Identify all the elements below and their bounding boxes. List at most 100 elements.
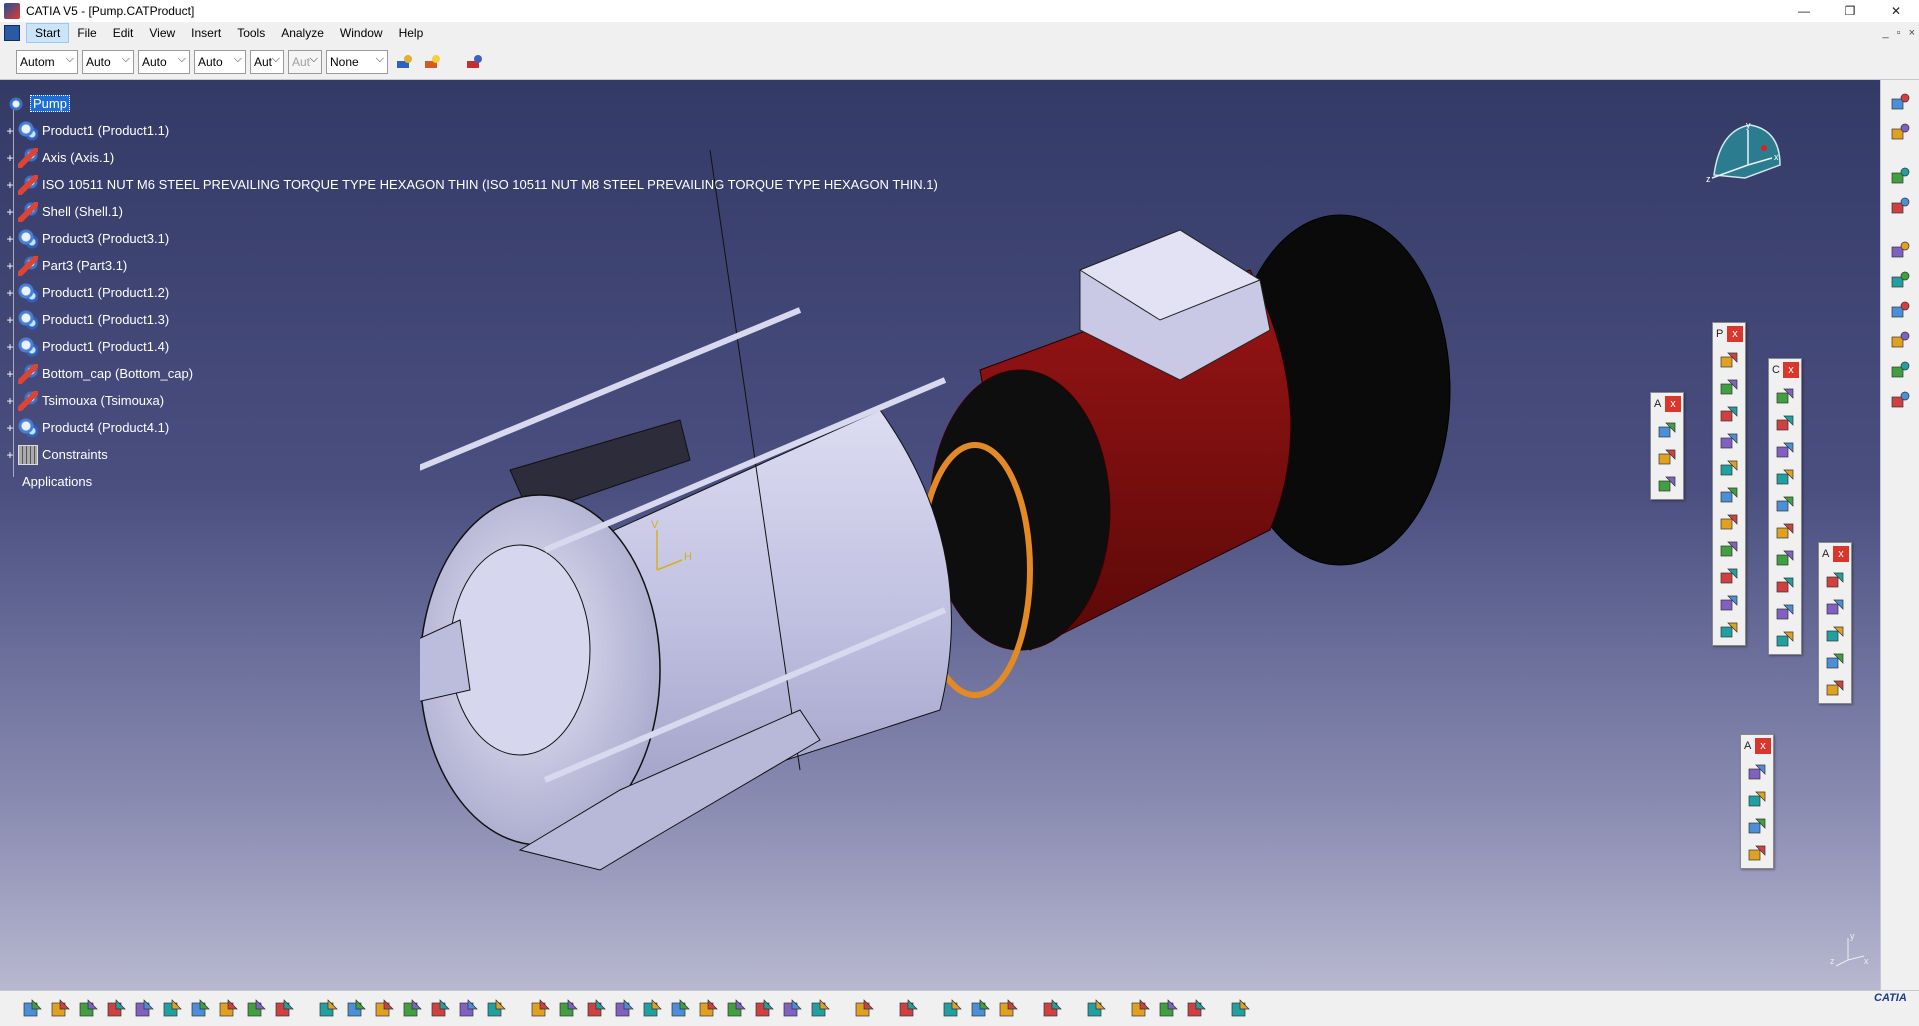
copy-icon[interactable]: [160, 997, 184, 1021]
tool-icon[interactable]: [1774, 439, 1796, 461]
expand-icon[interactable]: +: [4, 314, 16, 326]
minimize-button[interactable]: —: [1781, 0, 1827, 22]
snap-icon[interactable]: [1888, 298, 1912, 322]
close-icon[interactable]: x: [1665, 396, 1681, 412]
tool-icon[interactable]: [1824, 623, 1846, 645]
rotate-icon[interactable]: [612, 997, 636, 1021]
tool-icon[interactable]: [1718, 349, 1740, 371]
pump-3d-model[interactable]: V H: [420, 150, 1570, 980]
redo-icon[interactable]: [244, 997, 268, 1021]
expand-icon[interactable]: +: [4, 395, 16, 407]
new-icon[interactable]: [20, 997, 44, 1021]
tool-icon[interactable]: [1746, 842, 1768, 864]
formula-icon[interactable]: [316, 997, 340, 1021]
doc-close-button[interactable]: ×: [1909, 27, 1915, 39]
expand-icon[interactable]: +: [4, 422, 16, 434]
grid-icon[interactable]: [1228, 997, 1252, 1021]
tool-icon[interactable]: [1774, 547, 1796, 569]
expand-icon[interactable]: +: [4, 125, 16, 137]
comment-icon[interactable]: [344, 997, 368, 1021]
toolbar-title-bar[interactable]: Ax: [1741, 735, 1773, 757]
explode-icon[interactable]: [1888, 328, 1912, 352]
expand-icon[interactable]: +: [4, 449, 16, 461]
point-type-combo[interactable]: Aut: [250, 49, 284, 74]
whats-this-icon[interactable]: [272, 997, 296, 1021]
painter-icon[interactable]: [392, 50, 416, 74]
undo-icon[interactable]: [216, 997, 240, 1021]
compass-tool-icon[interactable]: [484, 997, 508, 1021]
tool-icon[interactable]: [1824, 677, 1846, 699]
toolbar-title-bar[interactable]: Cx: [1769, 359, 1801, 381]
fly-icon[interactable]: [528, 997, 552, 1021]
tool-icon[interactable]: [1774, 493, 1796, 515]
material-icon[interactable]: [1128, 997, 1152, 1021]
tree-expand-icon[interactable]: [428, 997, 452, 1021]
open-icon[interactable]: [48, 997, 72, 1021]
tool-icon[interactable]: [1656, 419, 1678, 441]
close-icon[interactable]: x: [1755, 738, 1771, 754]
tool-icon[interactable]: [1718, 511, 1740, 533]
zoom-in-icon[interactable]: [640, 997, 664, 1021]
tool-icon[interactable]: [1824, 650, 1846, 672]
zoom-out-icon[interactable]: [668, 997, 692, 1021]
tree-node[interactable]: + Product1 (Product1.1): [4, 117, 938, 144]
expand-icon[interactable]: +: [4, 206, 16, 218]
menu-help[interactable]: Help: [391, 24, 432, 42]
measure-between-icon[interactable]: [968, 997, 992, 1021]
replace-component-icon[interactable]: [1888, 238, 1912, 262]
tool-icon[interactable]: [1718, 565, 1740, 587]
tool-icon[interactable]: [1718, 457, 1740, 479]
tool-icon[interactable]: [1774, 628, 1796, 650]
toolbar-title-bar[interactable]: Ax: [1819, 543, 1851, 565]
layer-filter-icon[interactable]: [462, 50, 486, 74]
tool-icon[interactable]: [1718, 592, 1740, 614]
tool-icon[interactable]: [1746, 815, 1768, 837]
hide-show-icon[interactable]: [780, 997, 804, 1021]
toolbar-title-bar[interactable]: Px: [1713, 323, 1745, 345]
tool-icon[interactable]: [1774, 574, 1796, 596]
expand-icon[interactable]: +: [4, 368, 16, 380]
fly-mode-icon[interactable]: [1888, 164, 1912, 188]
table-icon[interactable]: [400, 997, 424, 1021]
tree-root-pump[interactable]: Pump: [4, 90, 938, 117]
manipulation-icon[interactable]: [1888, 268, 1912, 292]
tool-icon[interactable]: [1718, 619, 1740, 641]
menu-edit[interactable]: Edit: [105, 24, 142, 42]
menu-analyze[interactable]: Analyze: [273, 24, 332, 42]
tool-icon[interactable]: [1656, 473, 1678, 495]
expand-icon[interactable]: +: [4, 233, 16, 245]
rendering-icon[interactable]: [1156, 997, 1180, 1021]
close-button[interactable]: ✕: [1873, 0, 1919, 22]
tool-icon[interactable]: [1774, 520, 1796, 542]
expand-icon[interactable]: +: [4, 341, 16, 353]
close-icon[interactable]: x: [1783, 362, 1799, 378]
measure-icon[interactable]: [372, 997, 396, 1021]
menu-tools[interactable]: Tools: [229, 24, 273, 42]
tool-icon[interactable]: [1774, 466, 1796, 488]
catalog-icon[interactable]: [456, 997, 480, 1021]
tool-icon[interactable]: [1656, 446, 1678, 468]
tool-icon[interactable]: [1774, 601, 1796, 623]
shading-icon[interactable]: [752, 997, 776, 1021]
save-icon[interactable]: [76, 997, 100, 1021]
tool-icon[interactable]: [1774, 385, 1796, 407]
tool-icon[interactable]: [1718, 376, 1740, 398]
generate-numbering-icon[interactable]: [1888, 358, 1912, 382]
document-icon[interactable]: [4, 25, 20, 41]
menu-insert[interactable]: Insert: [183, 24, 229, 42]
color-combo[interactable]: Autom: [16, 49, 78, 74]
scene-icon[interactable]: [1184, 997, 1208, 1021]
product-icon[interactable]: [1888, 194, 1912, 218]
select-icon[interactable]: [1888, 120, 1912, 144]
clash-icon[interactable]: [1040, 997, 1064, 1021]
tool-icon[interactable]: [1824, 596, 1846, 618]
expand-icon[interactable]: +: [4, 287, 16, 299]
close-icon[interactable]: x: [1727, 326, 1743, 342]
assembly-design-workbench-icon[interactable]: [1888, 90, 1912, 114]
tool-icon[interactable]: [1718, 538, 1740, 560]
isometric-view-icon[interactable]: [724, 997, 748, 1021]
tool-icon[interactable]: [1774, 412, 1796, 434]
normal-view-icon[interactable]: [696, 997, 720, 1021]
bill-of-material-icon[interactable]: [1888, 388, 1912, 412]
menu-start[interactable]: Start: [26, 23, 70, 43]
